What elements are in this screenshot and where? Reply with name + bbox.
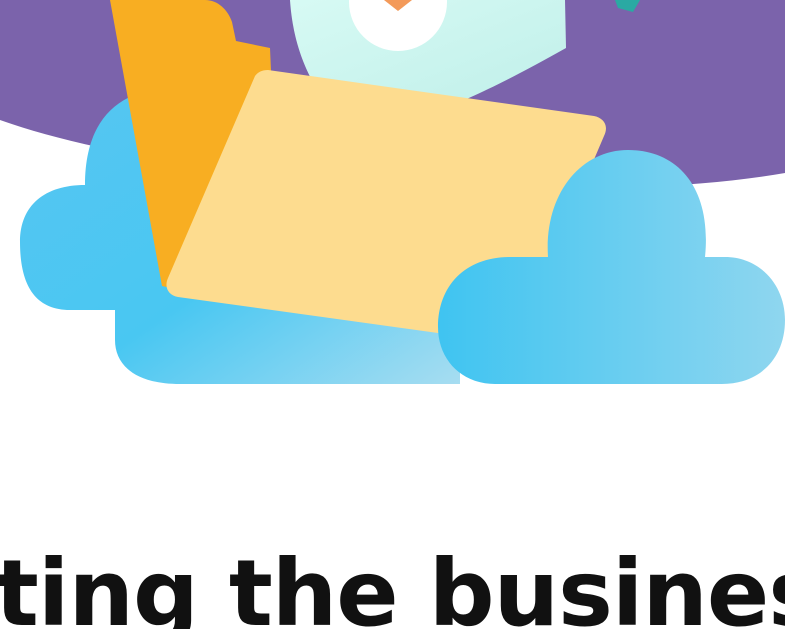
hero-illustration: [0, 0, 785, 384]
headline-text: ecting the busines: [0, 540, 785, 629]
page: ecting the busines: [0, 0, 785, 629]
